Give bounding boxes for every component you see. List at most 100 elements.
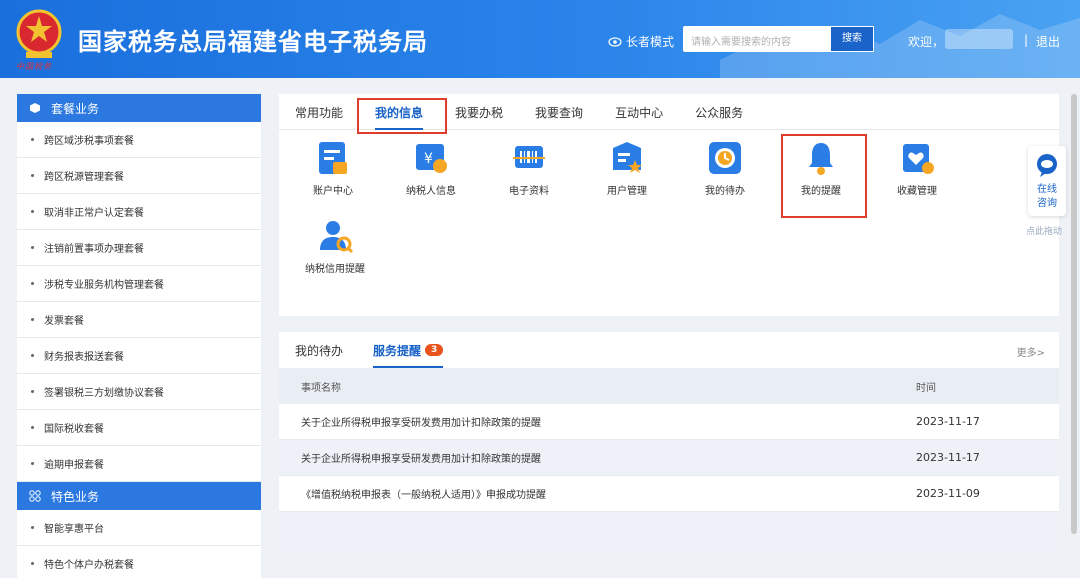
grid-icon [29, 490, 41, 502]
tax-emblem-icon [16, 9, 62, 58]
column-header-name: 事项名称 [301, 382, 341, 394]
sidebar-item[interactable]: 取消非正常户认定套餐 [17, 194, 261, 230]
sidebar-section-label: 特色业务 [51, 489, 100, 504]
sidebar-item-label: 取消非正常户认定套餐 [44, 208, 144, 219]
icon-label: 我的待办 [705, 186, 745, 197]
icon-label: 账户中心 [313, 186, 353, 197]
row-name: 《增值税纳税申报表（一般纳税人适用）》申报成功提醒 [301, 490, 546, 501]
tab-handle-tax[interactable]: 我要办税 [455, 94, 503, 129]
sidebar-item-label: 发票套餐 [44, 316, 84, 327]
account-center-button[interactable]: 账户中心 [285, 138, 381, 197]
sidebar-item[interactable]: 跨区税源管理套餐 [17, 158, 261, 194]
sidebar-item-label: 国际税收套餐 [44, 424, 104, 435]
sidebar-section-package[interactable]: 套餐业务 [17, 94, 261, 122]
icon-label: 电子资料 [509, 186, 549, 197]
account-card-icon [319, 142, 347, 174]
tab-my-todo[interactable]: 我的待办 [295, 332, 343, 368]
header-separator: | [1024, 33, 1029, 47]
sidebar-item[interactable]: 财务报表报送套餐 [17, 338, 261, 374]
electronic-docs-button[interactable]: 电子资料 [481, 138, 577, 197]
sidebar-item[interactable]: 注销前置事项办理套餐 [17, 230, 261, 266]
sidebar: 套餐业务 跨区域涉税事项套餐 跨区税源管理套餐 取消非正常户认定套餐 注销前置事… [17, 94, 261, 578]
icon-label: 纳税信用提醒 [305, 264, 365, 275]
sidebar-item-label: 注销前置事项办理套餐 [44, 244, 144, 255]
bullet-icon [31, 174, 34, 177]
sidebar-item[interactable]: 国际税收套餐 [17, 410, 261, 446]
consult-label-line1: 在线 [1037, 184, 1057, 195]
site-title: 国家税务总局福建省电子税务局 [78, 28, 428, 56]
bullet-icon [31, 246, 34, 249]
online-consult-button[interactable]: 在线 咨询 [1028, 146, 1066, 216]
row-name: 关于企业所得税申报享受研发费用加计扣除政策的提醒 [301, 418, 541, 429]
consult-label-line2: 咨询 [1037, 198, 1057, 209]
row-time: 2023-11-09 [916, 487, 980, 500]
favorites-management-button[interactable]: 收藏管理 [869, 138, 965, 197]
person-search-icon [320, 221, 354, 254]
table-row[interactable]: 关于企业所得税申报享受研发费用加计扣除政策的提醒 2023-11-17 [279, 404, 1059, 440]
user-management-button[interactable]: 用户管理 [579, 138, 675, 197]
search-button[interactable]: 搜索 [830, 26, 874, 52]
more-link[interactable]: 更多> [1017, 344, 1045, 359]
table-header: 事项名称 时间 [279, 368, 1059, 404]
sidebar-item-label: 特色个体户办税套餐 [44, 560, 134, 571]
highlight-box-tab [357, 98, 447, 134]
credit-reminder-button[interactable]: 纳税信用提醒 [287, 216, 383, 275]
sidebar-item-label: 涉税专业服务机构管理套餐 [44, 280, 164, 291]
sidebar-item[interactable]: 签署银税三方划缴协议套餐 [17, 374, 261, 410]
sidebar-item-label: 智能享惠平台 [44, 524, 104, 535]
tab-label: 我的待办 [295, 343, 344, 358]
drag-hint[interactable]: 点此拖动 [1026, 224, 1062, 237]
sidebar-item-label: 跨区税源管理套餐 [44, 172, 124, 183]
slogan-text: 中国税务 [16, 62, 52, 71]
bullet-icon [31, 210, 34, 213]
sidebar-item-label: 财务报表报送套餐 [44, 352, 124, 363]
search-input[interactable]: 请输入需要搜索的内容 [683, 26, 831, 52]
elder-mode-toggle[interactable]: 长者模式 [608, 33, 674, 50]
bullet-icon [31, 282, 34, 285]
tab-query[interactable]: 我要查询 [535, 94, 583, 129]
scrollbar[interactable] [1071, 94, 1077, 534]
sidebar-item[interactable]: 涉税专业服务机构管理套餐 [17, 266, 261, 302]
sidebar-item[interactable]: 逾期申报套餐 [17, 446, 261, 482]
heart-clipboard-icon [903, 144, 934, 174]
reminder-panel: 我的待办 服务提醒 3 更多> 事项名称 时间 关于企业所得税申报享受研发费用加… [279, 332, 1059, 550]
tab-service-reminder[interactable]: 服务提醒 3 [373, 332, 444, 368]
my-todo-button[interactable]: 我的待办 [677, 138, 773, 197]
column-header-time: 时间 [916, 382, 936, 394]
tab-public-service[interactable]: 公众服务 [695, 94, 743, 129]
icon-label: 纳税人信息 [406, 186, 456, 197]
table-row[interactable]: 关于企业所得税申报享受研发费用加计扣除政策的提醒 2023-11-17 [279, 440, 1059, 476]
elder-mode-label: 长者模式 [626, 35, 675, 49]
top-header: 中国税务 国家税务总局福建省电子税务局 长者模式 请输入需要搜索的内容 搜索 欢… [0, 0, 1080, 78]
icon-label: 用户管理 [607, 186, 647, 197]
tab-interaction[interactable]: 互动中心 [615, 94, 663, 129]
table-empty-row [279, 512, 1059, 550]
sidebar-item-label: 逾期申报套餐 [44, 460, 104, 471]
sidebar-item[interactable]: 特色个体户办税套餐 [17, 546, 261, 578]
sidebar-section-featured[interactable]: 特色业务 [17, 482, 261, 510]
sidebar-item-label: 签署银税三方划缴协议套餐 [44, 388, 164, 399]
sidebar-item[interactable]: 跨区域涉税事项套餐 [17, 122, 261, 158]
tab-common[interactable]: 常用功能 [295, 94, 343, 129]
bullet-icon [31, 354, 34, 357]
cube-icon [30, 103, 40, 113]
username-redacted [945, 29, 1013, 49]
logout-link[interactable]: 退出 [1036, 33, 1060, 50]
bullet-icon [31, 318, 34, 321]
row-time: 2023-11-17 [916, 415, 980, 428]
icon-label: 收藏管理 [897, 186, 937, 197]
clock-icon [709, 142, 741, 174]
taxpayer-info-button[interactable]: ¥ 纳税人信息 [383, 138, 479, 197]
user-card-icon [613, 142, 642, 173]
yen-document-icon: ¥ [416, 144, 447, 173]
bullet-icon [31, 526, 34, 529]
sidebar-item-label: 跨区域涉税事项套餐 [44, 136, 134, 147]
eye-icon [608, 36, 622, 47]
row-time: 2023-11-17 [916, 451, 980, 464]
sidebar-item[interactable]: 发票套餐 [17, 302, 261, 338]
bullet-icon [31, 138, 34, 141]
table-row[interactable]: 《增值税纳税申报表（一般纳税人适用）》申报成功提醒 2023-11-09 [279, 476, 1059, 512]
bullet-icon [31, 562, 34, 565]
sidebar-item[interactable]: 智能享惠平台 [17, 510, 261, 546]
svg-text:¥: ¥ [424, 151, 433, 167]
